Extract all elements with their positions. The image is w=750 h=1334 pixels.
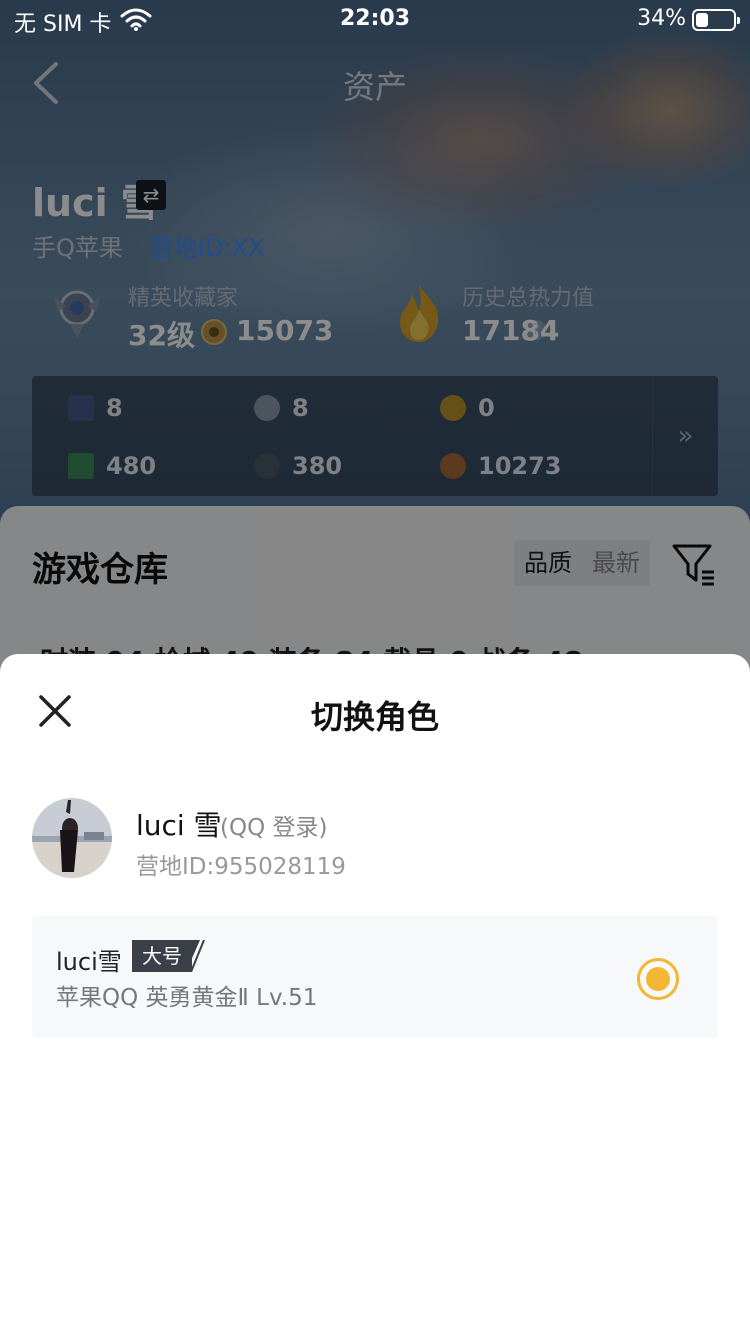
switch-role-sheet: 切换角色 luci 雪 (QQ 登录) 营地ID:955028119 luci雪… — [0, 654, 750, 1334]
role-details: 苹果QQ 英勇黄金Ⅱ Lv.51 — [56, 985, 318, 1011]
role-option[interactable]: luci雪 大号 苹果QQ 英勇黄金Ⅱ Lv.51 — [32, 916, 718, 1038]
radio-dot — [646, 967, 670, 991]
account-login-type: (QQ 登录) — [220, 815, 328, 841]
selected-radio-icon[interactable] — [637, 958, 679, 1000]
avatar — [32, 798, 112, 878]
battery-percent: 34% — [637, 6, 686, 31]
role-name: luci雪 — [56, 948, 122, 976]
battery-icon — [692, 9, 740, 31]
badge-slash-decoration — [186, 940, 205, 972]
main-account-badge: 大号 — [132, 940, 192, 972]
sheet-title: 切换角色 — [310, 698, 439, 736]
account-name: luci 雪 — [136, 809, 222, 842]
status-bar: 无 SIM 卡 22:03 34% — [0, 0, 750, 40]
battery-level — [696, 13, 708, 27]
camp-id: 营地ID:955028119 — [136, 854, 346, 880]
